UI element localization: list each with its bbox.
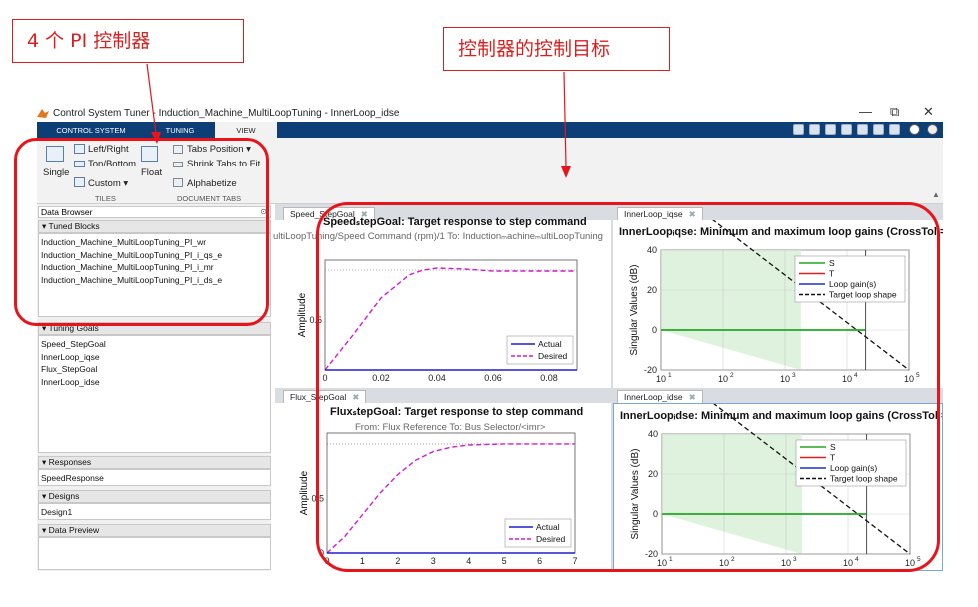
list-item[interactable]: Design1 — [39, 506, 270, 519]
responses-list: SpeedResponse — [38, 469, 271, 486]
help-icon[interactable] — [909, 124, 920, 135]
designs-list: Design1 — [38, 503, 271, 520]
quick-access-icon[interactable] — [841, 124, 852, 135]
restore-button[interactable]: ⧉ — [890, 104, 899, 120]
designs-header[interactable]: ▾ Designs — [38, 490, 271, 503]
annotation-callout-goals: 控制器的控制目标 — [443, 27, 670, 71]
annotation-highlight-tuned-blocks — [14, 138, 269, 326]
quick-access-icon[interactable] — [857, 124, 868, 135]
tuning-goals-list: Speed_StepGoal InnerLoop_iqse Flux_StepG… — [38, 335, 271, 453]
annotation-callout-pi: 4 个 PI 控制器 — [12, 19, 244, 63]
more-icon[interactable] — [927, 124, 938, 135]
list-item[interactable]: Speed_StepGoal — [39, 338, 270, 351]
close-button[interactable]: ✕ — [923, 104, 934, 120]
quick-access-icon[interactable] — [873, 124, 884, 135]
annotation-highlight-goal-plots — [316, 202, 940, 572]
tab-view[interactable]: VIEW — [215, 122, 277, 138]
ribbon-tab-strip: CONTROL SYSTEM TUNING VIEW — [37, 122, 943, 138]
list-item[interactable]: Flux_StepGoal — [39, 363, 270, 376]
list-item[interactable]: SpeedResponse — [39, 472, 270, 485]
quick-access-icon[interactable] — [825, 124, 836, 135]
data-preview-area — [38, 537, 271, 570]
matlab-logo-icon — [37, 109, 49, 118]
quick-access-icon[interactable] — [809, 124, 820, 135]
data-preview-header[interactable]: ▾ Data Preview — [38, 524, 271, 537]
tab-control-system[interactable]: CONTROL SYSTEM — [37, 122, 145, 138]
collapse-ribbon-icon[interactable]: ▲ — [932, 190, 940, 199]
tab-tuning[interactable]: TUNING — [145, 122, 215, 138]
list-item[interactable]: InnerLoop_iqse — [39, 351, 270, 364]
minimize-button[interactable]: — — [859, 104, 872, 119]
y-axis-label: Amplitude — [297, 292, 308, 337]
responses-header[interactable]: ▾ Responses — [38, 456, 271, 469]
window-title: Control System Tuner - Induction_Machine… — [53, 107, 400, 119]
list-item[interactable]: InnerLoop_idse — [39, 376, 270, 389]
window-titlebar: Control System Tuner - Induction_Machine… — [37, 104, 943, 122]
quick-access-icon[interactable] — [889, 124, 900, 135]
quick-access-icon[interactable] — [793, 124, 804, 135]
y-axis-label: Amplitude — [299, 470, 310, 515]
